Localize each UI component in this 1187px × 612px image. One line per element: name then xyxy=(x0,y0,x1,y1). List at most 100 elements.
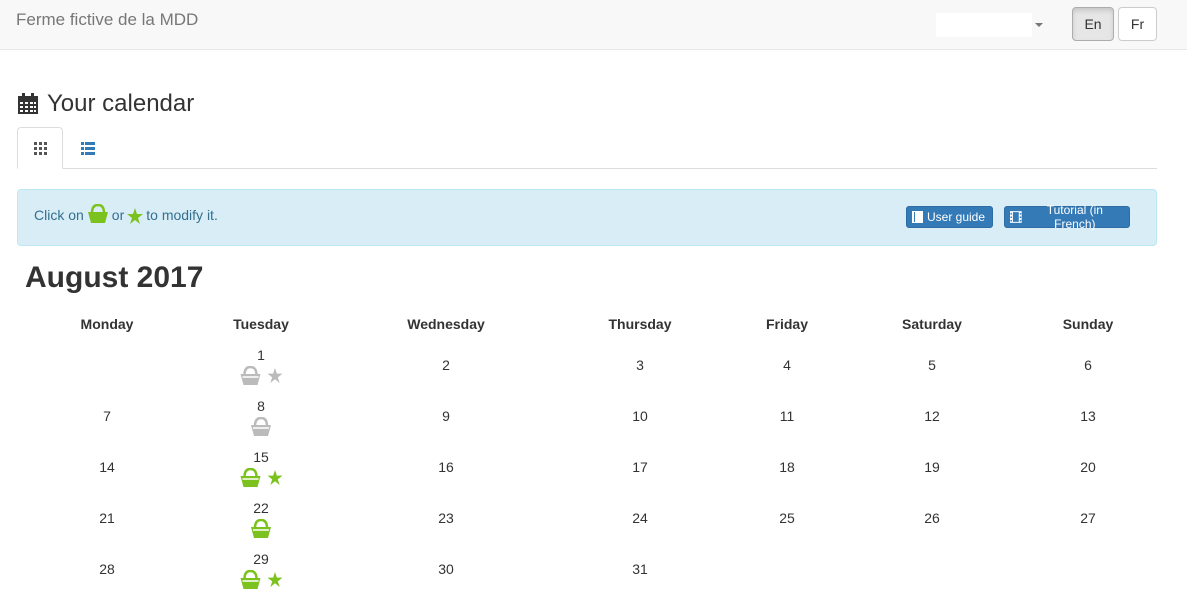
day-number: 19 xyxy=(924,459,940,475)
day-number: 25 xyxy=(779,510,795,526)
calendar-day: 25 xyxy=(779,510,795,526)
calendar-day: 13 xyxy=(1080,408,1096,424)
language-fr-button[interactable]: Fr xyxy=(1118,7,1157,41)
day-number: 16 xyxy=(438,459,454,475)
day-number: 26 xyxy=(924,510,940,526)
basket-icon[interactable] xyxy=(240,365,262,386)
calendar-day: 31 xyxy=(632,561,648,577)
calendar-day: 10 xyxy=(632,408,648,424)
navbar: Ferme fictive de la MDD En Fr xyxy=(0,0,1187,50)
page-title: Your calendar xyxy=(47,90,195,117)
star-icon[interactable] xyxy=(267,572,283,587)
day-number: 18 xyxy=(779,459,795,475)
weekday-monday: Monday xyxy=(80,316,134,332)
calendar-day: 11 xyxy=(780,408,795,424)
calendar-day: 20 xyxy=(1080,459,1096,475)
chevron-down-icon[interactable] xyxy=(1035,23,1043,27)
view-tabs xyxy=(17,127,1157,169)
user-guide-button[interactable]: User guide xyxy=(906,206,993,228)
calendar-day: 8 xyxy=(250,398,272,437)
basket-icon[interactable] xyxy=(240,569,262,590)
basket-icon[interactable] xyxy=(250,416,272,437)
weekday-sunday: Sunday xyxy=(1062,316,1114,332)
calendar-day: 18 xyxy=(779,459,795,475)
calendar-day: 7 xyxy=(103,408,111,424)
day-number: 4 xyxy=(783,357,791,373)
calendar-day: 24 xyxy=(632,510,648,526)
day-number: 22 xyxy=(253,500,269,516)
calendar-day: 14 xyxy=(99,459,115,475)
day-number: 28 xyxy=(99,561,115,577)
basket-icon[interactable] xyxy=(250,518,272,539)
language-en-button[interactable]: En xyxy=(1072,7,1114,41)
day-number: 7 xyxy=(103,408,111,424)
weekday-wednesday: Wednesday xyxy=(407,316,485,332)
day-number: 1 xyxy=(257,347,265,363)
calendar-day: 19 xyxy=(924,459,940,475)
book-icon xyxy=(912,211,923,223)
star-icon[interactable] xyxy=(267,470,283,485)
calendar-day: 16 xyxy=(438,459,454,475)
day-number: 23 xyxy=(438,510,454,526)
alert-suffix: to modify it. xyxy=(146,207,218,223)
calendar-day: 3 xyxy=(636,357,644,373)
calendar-day: 4 xyxy=(783,357,791,373)
alert-prefix: Click on xyxy=(34,207,84,223)
day-number: 14 xyxy=(99,459,115,475)
calendar-day: 9 xyxy=(442,408,450,424)
calendar-day: 5 xyxy=(928,357,936,373)
weekday-thursday: Thursday xyxy=(608,316,672,332)
info-alert: Click on or to modify it. User guide Tut… xyxy=(17,189,1157,246)
day-number: 17 xyxy=(632,459,648,475)
day-number: 6 xyxy=(1084,357,1092,373)
grid-icon xyxy=(33,141,47,155)
day-number: 31 xyxy=(632,561,648,577)
star-icon xyxy=(127,208,144,224)
tutorial-label: Tutorial (in French) xyxy=(1046,203,1103,231)
calendar-day: 6 xyxy=(1084,357,1092,373)
calendar-icon xyxy=(18,93,38,114)
day-number: 8 xyxy=(257,398,265,414)
day-number: 24 xyxy=(632,510,648,526)
day-number: 13 xyxy=(1080,408,1096,424)
user-guide-label: User guide xyxy=(927,210,986,224)
basket-icon xyxy=(87,204,108,223)
calendar-day: 1 xyxy=(240,347,283,386)
tab-grid-view[interactable] xyxy=(17,127,63,169)
weekday-tuesday: Tuesday xyxy=(233,316,289,332)
day-number: 27 xyxy=(1080,510,1096,526)
day-number: 2 xyxy=(442,357,450,373)
calendar-day: 26 xyxy=(924,510,940,526)
brand-title[interactable]: Ferme fictive de la MDD xyxy=(16,10,198,30)
day-number: 20 xyxy=(1080,459,1096,475)
day-number: 11 xyxy=(779,408,795,424)
weekday-friday: Friday xyxy=(765,316,809,332)
star-icon[interactable] xyxy=(267,368,283,383)
day-number: 10 xyxy=(632,408,648,424)
alert-middle: or xyxy=(111,207,125,223)
month-title: August 2017 xyxy=(25,261,204,294)
calendar-day: 29 xyxy=(240,551,283,590)
day-number: 5 xyxy=(928,357,936,373)
weekday-saturday: Saturday xyxy=(902,316,962,332)
page-header: Your calendar xyxy=(17,90,194,118)
tutorial-button[interactable]: Tutorial (in French) xyxy=(1004,203,1130,231)
basket-icon[interactable] xyxy=(240,467,262,488)
calendar-day: 22 xyxy=(250,500,272,539)
tab-list-view[interactable] xyxy=(71,127,105,169)
calendar-day: 21 xyxy=(99,510,115,526)
user-dropdown[interactable] xyxy=(936,13,1032,37)
calendar-day: 17 xyxy=(632,459,648,475)
calendar-day: 12 xyxy=(924,408,940,424)
alert-message: Click on or to modify it. xyxy=(34,204,218,224)
day-number: 29 xyxy=(253,551,269,567)
calendar-day: 2 xyxy=(442,357,450,373)
day-number: 15 xyxy=(253,449,269,465)
calendar-day: 15 xyxy=(240,449,283,488)
calendar-day: 23 xyxy=(438,510,454,526)
calendar-day: 27 xyxy=(1080,510,1096,526)
day-number: 21 xyxy=(99,510,115,526)
day-number: 12 xyxy=(924,408,940,424)
day-number: 30 xyxy=(438,561,454,577)
film-icon xyxy=(1010,211,1022,223)
